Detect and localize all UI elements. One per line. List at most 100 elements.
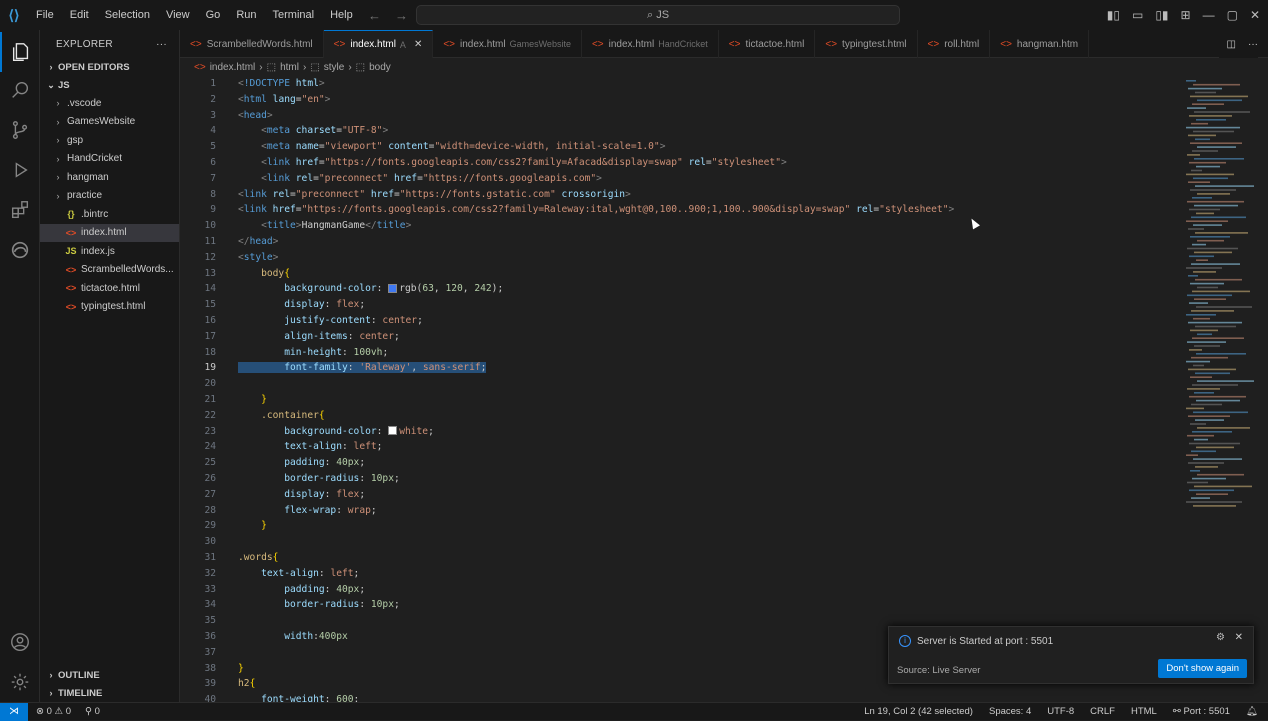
- tab[interactable]: <> ScrambelledWords.html: [180, 30, 324, 58]
- close-window-icon[interactable]: ✕: [1250, 8, 1260, 22]
- toggle-panel-icon[interactable]: ▭: [1132, 8, 1143, 22]
- code-line[interactable]: 20: [180, 376, 1180, 392]
- tree-folder[interactable]: › hangman: [40, 168, 179, 187]
- tree-file[interactable]: JS index.js: [40, 242, 179, 261]
- menu-run[interactable]: Run: [228, 0, 264, 30]
- code-line[interactable]: 27 display: flex;: [180, 487, 1180, 503]
- more-actions-icon[interactable]: ···: [156, 39, 167, 50]
- code-line[interactable]: 31 .words{: [180, 550, 1180, 566]
- ports-indicator[interactable]: ⚲ 0: [85, 706, 100, 717]
- tree-folder[interactable]: › .vscode: [40, 94, 179, 113]
- tree-folder[interactable]: › gsp: [40, 131, 179, 150]
- tab[interactable]: <> tictactoe.html: [719, 30, 816, 58]
- tree-file[interactable]: <> index.html: [40, 223, 179, 242]
- dont-show-again-button[interactable]: Don't show again: [1158, 659, 1247, 678]
- menu-terminal[interactable]: Terminal: [265, 0, 323, 30]
- explorer-icon[interactable]: [0, 32, 40, 72]
- tab-active[interactable]: <> index.html A ✕: [323, 30, 434, 58]
- tab[interactable]: <> index.html GamesWebsite: [433, 30, 582, 58]
- minimap[interactable]: [1180, 76, 1254, 526]
- code-line[interactable]: 16 justify-content: center;: [180, 313, 1180, 329]
- maximize-icon[interactable]: ▢: [1227, 8, 1238, 22]
- code-line[interactable]: 4 <meta charset="UTF-8">: [180, 123, 1180, 139]
- split-editor-icon[interactable]: ◫: [1227, 39, 1236, 50]
- code-line[interactable]: 26 border-radius: 10px;: [180, 471, 1180, 487]
- code-line[interactable]: 34 border-radius: 10px;: [180, 597, 1180, 613]
- tab[interactable]: <> typingtest.html: [815, 30, 918, 58]
- menu-file[interactable]: File: [28, 0, 62, 30]
- menu-selection[interactable]: Selection: [97, 0, 158, 30]
- outline-section[interactable]: › OUTLINE: [40, 666, 179, 684]
- code-line[interactable]: 6 <link href="https://fonts.googleapis.c…: [180, 155, 1180, 171]
- code-line[interactable]: 28 flex-wrap: wrap;: [180, 503, 1180, 519]
- forward-arrow-icon[interactable]: →: [395, 8, 408, 23]
- code-line[interactable]: 3 <head>: [180, 108, 1180, 124]
- menu-edit[interactable]: Edit: [62, 0, 97, 30]
- tab[interactable]: <> hangman.htm: [990, 30, 1090, 58]
- menu-help[interactable]: Help: [322, 0, 361, 30]
- minimize-icon[interactable]: —: [1203, 8, 1215, 22]
- code-line[interactable]: 11 </head>: [180, 234, 1180, 250]
- open-editors-section[interactable]: › OPEN EDITORS: [40, 58, 179, 76]
- code-line[interactable]: 2 <html lang="en">: [180, 92, 1180, 108]
- code-line[interactable]: 7 <link rel="preconnect" href="https://f…: [180, 171, 1180, 187]
- tab[interactable]: <> roll.html: [918, 30, 991, 58]
- tree-file[interactable]: <> tictactoe.html: [40, 279, 179, 298]
- notification-settings-gear-icon[interactable]: ⚙: [1216, 632, 1225, 643]
- toggle-secondary-sidebar-icon[interactable]: ▯▮: [1155, 8, 1168, 22]
- code-editor[interactable]: 1 <!DOCTYPE html> 2 <html lang="en"> 3 <head>…: [180, 76, 1180, 702]
- breadcrumb-style[interactable]: style: [324, 62, 345, 73]
- notifications-bell-icon[interactable]: 🔔︎: [1246, 706, 1258, 717]
- code-line[interactable]: 22 .container{: [180, 408, 1180, 424]
- breadcrumb-html[interactable]: html: [280, 62, 299, 73]
- tree-file[interactable]: {} .bintrc: [40, 205, 179, 224]
- code-line[interactable]: 17 align-items: center;: [180, 329, 1180, 345]
- source-control-icon[interactable]: [0, 110, 40, 150]
- close-tab-icon[interactable]: ✕: [414, 39, 422, 50]
- editor-scrollbar[interactable]: [1256, 76, 1268, 702]
- customize-layout-icon[interactable]: ⊞: [1181, 8, 1191, 22]
- code-line[interactable]: 21 }: [180, 392, 1180, 408]
- more-actions-icon[interactable]: ···: [1248, 39, 1258, 50]
- live-server-port[interactable]: ⚯ Port : 5501: [1173, 706, 1230, 717]
- line-ending[interactable]: CRLF: [1090, 706, 1115, 717]
- tree-folder[interactable]: › GamesWebsite: [40, 113, 179, 132]
- timeline-section[interactable]: › TIMELINE: [40, 684, 179, 702]
- breadcrumb-body[interactable]: body: [369, 62, 391, 73]
- code-line[interactable]: 25 padding: 40px;: [180, 455, 1180, 471]
- run-debug-icon[interactable]: [0, 150, 40, 190]
- extensions-icon[interactable]: [0, 190, 40, 230]
- code-line-current[interactable]: 19 font-family: 'Raleway', sans-serif;: [180, 360, 1180, 376]
- code-line[interactable]: 32 text-align: left;: [180, 566, 1180, 582]
- edge-browser-icon[interactable]: [0, 230, 40, 270]
- code-line[interactable]: 15 display: flex;: [180, 297, 1180, 313]
- encoding[interactable]: UTF-8: [1047, 706, 1074, 717]
- menu-go[interactable]: Go: [198, 0, 229, 30]
- code-line[interactable]: 13 body{: [180, 266, 1180, 282]
- code-line[interactable]: 40 font-weight: 600;: [180, 692, 1180, 702]
- command-center-search[interactable]: ⌕ JS: [416, 5, 900, 25]
- indentation[interactable]: Spaces: 4: [989, 706, 1031, 717]
- code-line[interactable]: 1 <!DOCTYPE html>: [180, 76, 1180, 92]
- remote-indicator-icon[interactable]: ⋊: [0, 702, 28, 721]
- code-line[interactable]: 24 text-align: left;: [180, 439, 1180, 455]
- breadcrumb-file[interactable]: index.html: [210, 62, 256, 73]
- tree-folder[interactable]: › practice: [40, 187, 179, 206]
- code-line[interactable]: 8 <link rel="preconnect" href="https://fo…: [180, 187, 1180, 203]
- code-line[interactable]: 33 padding: 40px;: [180, 582, 1180, 598]
- code-line[interactable]: 12 <style>: [180, 250, 1180, 266]
- toggle-sidebar-icon[interactable]: ▮▯: [1107, 8, 1120, 22]
- code-line[interactable]: 23 background-color: white;: [180, 424, 1180, 440]
- code-line[interactable]: 30: [180, 534, 1180, 550]
- problems-indicator[interactable]: ⊗ 0 ⚠ 0: [36, 706, 71, 717]
- tab[interactable]: <> index.html HandCricket: [582, 30, 719, 58]
- search-view-icon[interactable]: [0, 70, 40, 110]
- code-line[interactable]: 10 <title>HangmanGame</title>: [180, 218, 1180, 234]
- accounts-icon[interactable]: [0, 622, 40, 662]
- tree-file[interactable]: <> typingtest.html: [40, 298, 179, 317]
- workspace-root[interactable]: ⌄ JS: [40, 76, 179, 94]
- back-arrow-icon[interactable]: ←: [368, 8, 381, 23]
- tree-folder[interactable]: › HandCricket: [40, 150, 179, 169]
- code-line[interactable]: 18 min-height: 100vh;: [180, 345, 1180, 361]
- cursor-position[interactable]: Ln 19, Col 2 (42 selected): [864, 706, 973, 717]
